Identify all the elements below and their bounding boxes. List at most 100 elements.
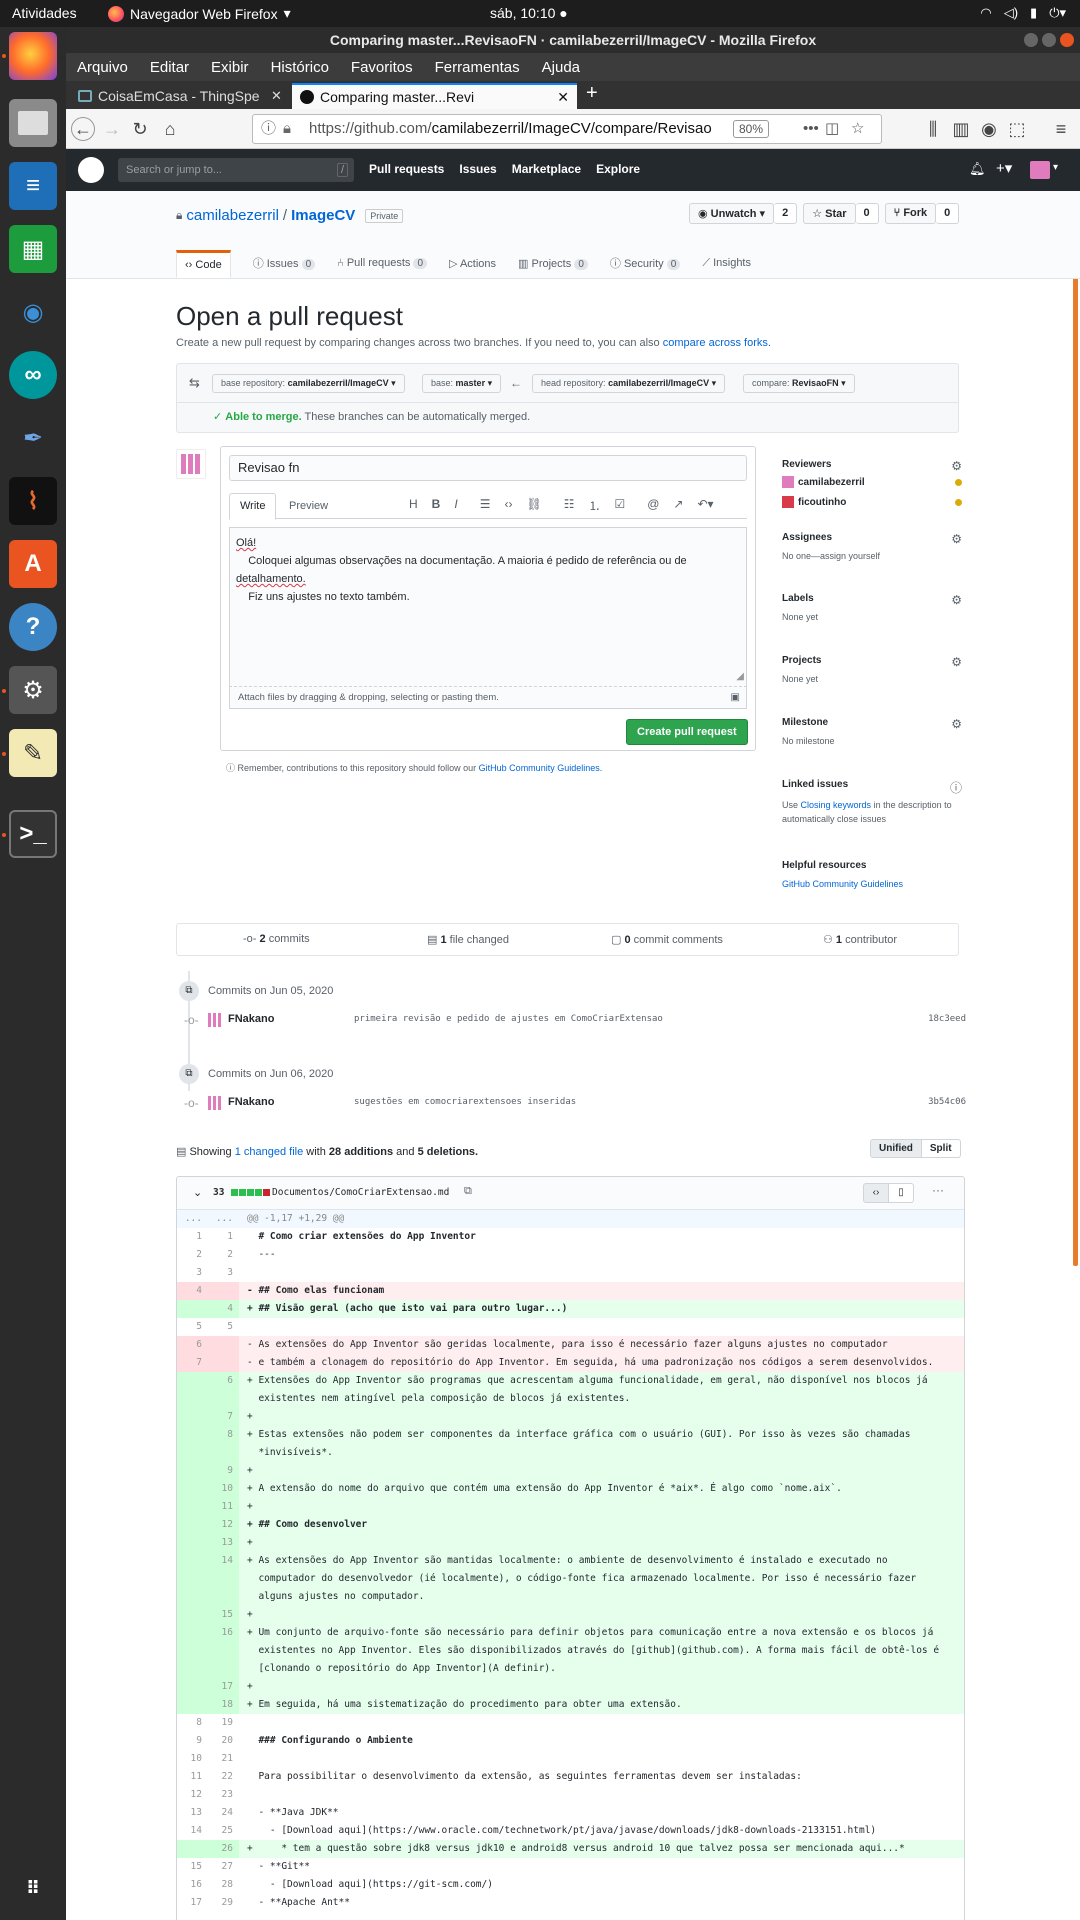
- line-number-new[interactable]: [208, 1282, 239, 1300]
- commits-stat[interactable]: -o- 2 commits: [243, 933, 310, 945]
- menu-exibir[interactable]: Exibir: [211, 59, 249, 76]
- new-tab-icon[interactable]: +: [586, 82, 598, 105]
- heading-icon[interactable]: H: [409, 497, 418, 514]
- user-avatar[interactable]: [1030, 161, 1050, 179]
- line-number-new[interactable]: 24: [208, 1804, 239, 1822]
- clock[interactable]: sáb, 10:10 ●: [490, 5, 568, 21]
- line-number-new[interactable]: 12: [208, 1516, 239, 1534]
- line-number-old[interactable]: 15: [177, 1858, 208, 1876]
- line-number-old[interactable]: [177, 1534, 208, 1552]
- tab-close-icon[interactable]: ✕: [271, 88, 282, 104]
- source-view-icon[interactable]: ‹›: [863, 1183, 889, 1203]
- line-number-old[interactable]: ...: [177, 1210, 208, 1228]
- numbered-list-icon[interactable]: ⒈: [588, 497, 600, 514]
- app-menu[interactable]: Navegador Web Firefox ▾: [108, 5, 291, 22]
- close-icon[interactable]: [1060, 33, 1074, 47]
- hunk-header[interactable]: ...... @@ -1,17 +1,29 @@: [177, 1210, 964, 1228]
- line-number-new[interactable]: 22: [208, 1768, 239, 1786]
- line-number-new[interactable]: 2: [208, 1246, 239, 1264]
- search-input[interactable]: Search or jump to... /: [118, 158, 354, 182]
- line-number-new[interactable]: 14: [208, 1552, 239, 1606]
- rich-view-icon[interactable]: ▯: [888, 1183, 914, 1203]
- line-number-old[interactable]: 14: [177, 1822, 208, 1840]
- line-number-new[interactable]: 4: [208, 1300, 239, 1318]
- preview-tab[interactable]: Preview: [289, 500, 328, 512]
- github-logo-icon[interactable]: [78, 157, 104, 183]
- reference-icon[interactable]: ↗: [673, 497, 683, 514]
- file-name[interactable]: Documentos/ComoCriarExtensao.md: [272, 1187, 449, 1198]
- menu-ferramentas[interactable]: Ferramentas: [435, 59, 520, 76]
- line-number-new[interactable]: 8: [208, 1426, 239, 1462]
- line-number-new[interactable]: 28: [208, 1876, 239, 1894]
- gear-icon[interactable]: ⚙: [951, 532, 962, 546]
- back-icon[interactable]: ←: [71, 117, 95, 141]
- page-actions-icon[interactable]: •••: [797, 115, 819, 143]
- attach-files-area[interactable]: Attach files by dragging & dropping, sel…: [229, 687, 747, 709]
- repo-owner-link[interactable]: camilabezerril: [186, 207, 279, 224]
- line-number-new[interactable]: 23: [208, 1786, 239, 1804]
- tab-close-icon[interactable]: ✕: [557, 89, 569, 106]
- assignees-section[interactable]: Assignees ⚙ No one—assign yourself: [782, 532, 962, 561]
- bookmark-star-icon[interactable]: ☆: [851, 115, 864, 143]
- head-repo-select[interactable]: head repository: camilabezerril/ImageCV …: [532, 374, 726, 393]
- line-number-old[interactable]: 9: [177, 1732, 208, 1750]
- dock-settings-icon[interactable]: ⚙: [9, 666, 57, 714]
- dock-software-icon[interactable]: A: [9, 540, 57, 588]
- line-number-new[interactable]: 13: [208, 1534, 239, 1552]
- dock-files-icon[interactable]: [9, 99, 57, 147]
- maximize-icon[interactable]: [1042, 33, 1056, 47]
- line-number-old[interactable]: 17: [177, 1894, 208, 1912]
- library-icon[interactable]: ⫼: [921, 117, 945, 141]
- activities-button[interactable]: Atividades: [12, 5, 77, 21]
- line-number-old[interactable]: 16: [177, 1876, 208, 1894]
- line-number-old[interactable]: [177, 1408, 208, 1426]
- dock-help-icon[interactable]: ?: [9, 603, 57, 651]
- line-number-new[interactable]: 3: [208, 1264, 239, 1282]
- menu-favoritos[interactable]: Favoritos: [351, 59, 413, 76]
- line-number-old[interactable]: 7: [177, 1354, 208, 1372]
- tab-compare[interactable]: Comparing master...Revi ✕: [292, 83, 577, 109]
- info-icon[interactable]: ⓘ: [950, 779, 962, 796]
- reviewer-item[interactable]: ficoutinho: [782, 496, 962, 508]
- code-icon[interactable]: ‹›: [504, 497, 512, 514]
- forward-icon[interactable]: →: [100, 117, 124, 141]
- nav-pull-requests[interactable]: Pull requests: [369, 162, 444, 176]
- dock-calc-icon[interactable]: ▦: [9, 225, 57, 273]
- line-number-new[interactable]: 29: [208, 1894, 239, 1912]
- line-number-new[interactable]: 21: [208, 1750, 239, 1768]
- community-guidelines-link[interactable]: GitHub Community Guidelines: [782, 879, 962, 889]
- tab-projects[interactable]: ▥ Projects 0: [518, 257, 588, 270]
- line-number-new[interactable]: 6: [208, 1372, 239, 1408]
- line-number-old[interactable]: [177, 1426, 208, 1462]
- link-icon[interactable]: ⛓︎: [526, 497, 541, 514]
- line-number-new[interactable]: 27: [208, 1858, 239, 1876]
- line-number-old[interactable]: [177, 1462, 208, 1480]
- compare-branch-select[interactable]: compare: RevisaoFN ▾: [743, 374, 855, 393]
- line-number-new[interactable]: [208, 1336, 239, 1354]
- reviewers-section[interactable]: Reviewers ⚙ camilabezerril ficoutinho: [782, 459, 962, 508]
- create-pull-request-button[interactable]: Create pull request: [626, 719, 748, 745]
- commit-message[interactable]: sugestões em comocriarextensoes inserida…: [354, 1097, 576, 1107]
- line-number-old[interactable]: 6: [177, 1336, 208, 1354]
- sidebar-icon[interactable]: ▥: [949, 117, 973, 141]
- minimize-icon[interactable]: [1024, 33, 1038, 47]
- line-number-old[interactable]: 1: [177, 1228, 208, 1246]
- base-branch-select[interactable]: base: master ▾: [422, 374, 502, 393]
- scrollbar-thumb[interactable]: [1073, 151, 1078, 1266]
- unwatch-button[interactable]: ◉ Unwatch ▾ 2: [689, 203, 798, 224]
- line-number-new[interactable]: 19: [208, 1714, 239, 1732]
- copy-icon[interactable]: ⧉: [464, 1185, 472, 1198]
- menu-hamburger-icon[interactable]: ≡: [1049, 117, 1073, 141]
- task-list-icon[interactable]: ☑: [614, 497, 625, 514]
- dock-quill-icon[interactable]: ✒: [9, 414, 57, 462]
- contributors-stat[interactable]: ⚇ 1 contributor: [823, 933, 897, 946]
- line-number-old[interactable]: 3: [177, 1264, 208, 1282]
- pr-title-input[interactable]: Revisao fn: [229, 455, 747, 481]
- bullet-list-icon[interactable]: ☷: [564, 497, 575, 514]
- commit-message[interactable]: primeira revisão e pedido de ajustes em …: [354, 1014, 663, 1024]
- reply-icon[interactable]: ↶▾: [697, 497, 713, 514]
- url-bar[interactable]: ⓘ 🔒︎ https://github.com/camilabezerril/I…: [252, 114, 882, 144]
- info-icon[interactable]: ⓘ: [261, 115, 276, 143]
- nav-marketplace[interactable]: Marketplace: [512, 162, 581, 176]
- projects-section[interactable]: Projects ⚙ None yet: [782, 655, 962, 684]
